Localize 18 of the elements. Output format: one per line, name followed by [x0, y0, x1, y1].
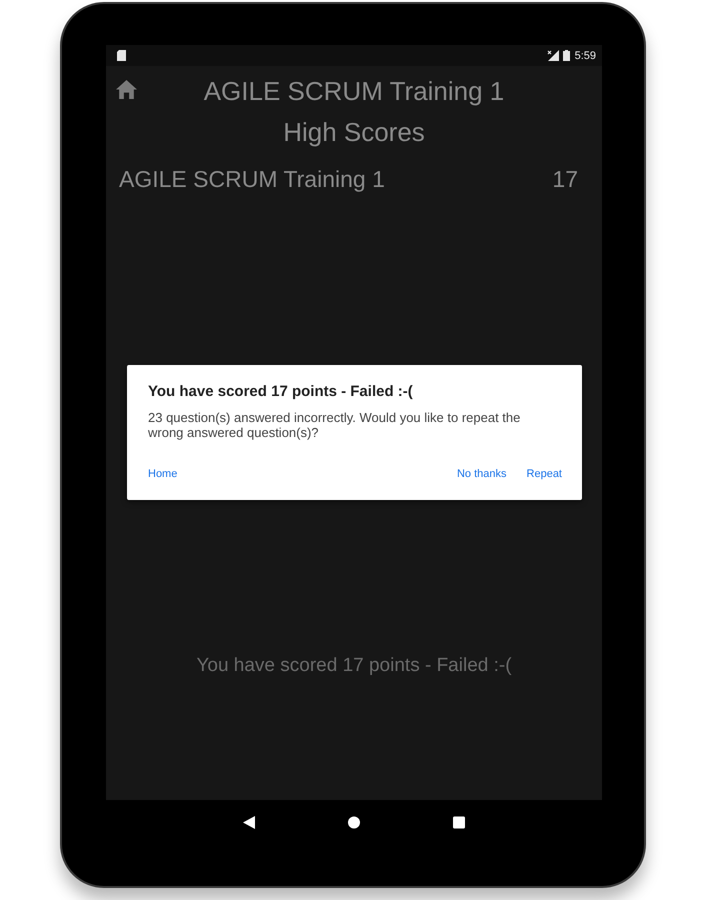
screen-title: AGILE SCRUM Training 1	[204, 76, 504, 106]
recents-icon[interactable]	[453, 816, 465, 829]
result-message: You have scored 17 points - Failed :-(	[195, 654, 513, 678]
dialog-button[interactable]: Home	[148, 467, 178, 481]
dialog-message: 23 question(s) answered incorrectly. Would you like to repeat the wrong answered question(s)?	[148, 410, 522, 440]
back-icon[interactable]	[243, 816, 255, 829]
home-circle-icon[interactable]	[348, 816, 360, 829]
status-time: 5:59	[574, 50, 596, 62]
home-icon[interactable]	[116, 80, 137, 99]
dialog-title: You have scored 17 points - Failed :-(	[148, 382, 414, 402]
battery-icon	[562, 50, 570, 61]
screen-subtitle: High Scores	[283, 116, 425, 149]
score-name: AGILE SCRUM Training 1	[119, 165, 385, 194]
sd-card-icon	[117, 50, 126, 61]
dialog-button[interactable]: No thanks	[456, 467, 507, 481]
dialog-button[interactable]: Repeat	[526, 467, 562, 481]
score-value: 17	[552, 165, 578, 194]
signal-icon	[546, 50, 559, 61]
